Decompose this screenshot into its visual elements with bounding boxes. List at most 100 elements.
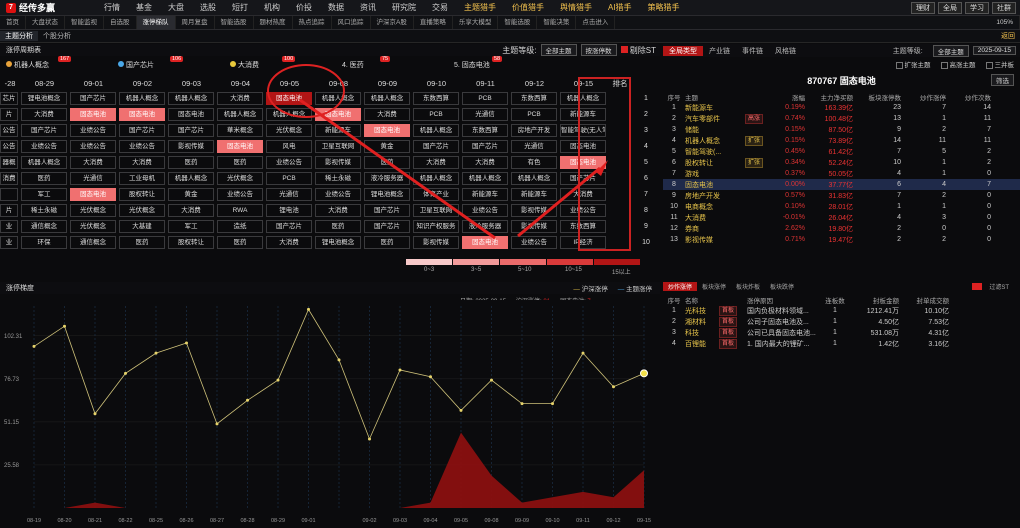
grid-cell[interactable]: 大消费	[364, 108, 410, 121]
page-tab-4[interactable]: 涨停梯队	[136, 16, 176, 29]
table-row[interactable]: 7 游戏 0.37% 50.05亿 4 1 0	[663, 168, 1020, 179]
menu-item-15[interactable]: 策略猎手	[640, 2, 688, 13]
grid-cell[interactable]: 体育产业	[413, 188, 459, 201]
menu-item-7[interactable]: 数据	[320, 2, 352, 13]
grid-cell[interactable]: 股权转让	[119, 188, 165, 201]
grid-cell[interactable]: 光通信	[462, 108, 508, 121]
grid-cell[interactable]: 公告	[0, 140, 18, 153]
grid-cell[interactable]: 东数西算	[413, 92, 459, 105]
grid-cell[interactable]: 黄金	[364, 140, 410, 153]
table-row[interactable]: 10 电商概念 0.10% 28.01亿 1 1 0	[663, 201, 1020, 212]
grid-cell[interactable]: PCB	[413, 108, 459, 121]
table-row[interactable]: 12 券商 2.62% 19.80亿 2 0 0	[663, 223, 1020, 234]
page-tab-6[interactable]: 智能选股	[215, 16, 254, 29]
page-tab-7[interactable]: 题材热度	[254, 16, 293, 29]
grid-cell[interactable]: 影视传媒	[168, 140, 214, 153]
menu-item-10[interactable]: 交易	[424, 2, 456, 13]
grid-cell[interactable]: 固态电池	[217, 140, 263, 153]
grid-cell[interactable]: 大消费	[462, 156, 508, 169]
grid-cell[interactable]: 光伏概念	[70, 204, 116, 217]
grid-cell[interactable]: 光通信	[266, 188, 312, 201]
grid-cell[interactable]: 国产芯片	[364, 204, 410, 217]
stock-tab-2[interactable]: 板块炸板	[731, 282, 765, 291]
grid-cell[interactable]: 业绩公告	[315, 188, 361, 201]
grid-cell[interactable]: 固态电池	[119, 108, 165, 121]
grid-cell[interactable]: 医药	[217, 156, 263, 169]
grid-cell[interactable]: 房地产开发	[511, 124, 557, 137]
grid-cell[interactable]: 光伏概念	[119, 204, 165, 217]
grid-cell[interactable]: 大消费	[70, 156, 116, 169]
grid-cell[interactable]: 有色	[511, 156, 557, 169]
table-row[interactable]: 4 机器人概念 扩张 0.15% 73.89亿 14 11 11	[663, 135, 1020, 146]
grid-cell[interactable]: 固态电池	[364, 124, 410, 137]
return-button[interactable]: 返回	[996, 31, 1020, 41]
grid-cell[interactable]: 大基建	[119, 220, 165, 233]
theme-summary-4[interactable]: 5. 固态电池 58	[448, 55, 560, 70]
grid-cell[interactable]: 公告	[0, 124, 18, 137]
grid-cell[interactable]: 稀土永磁	[21, 204, 67, 217]
menu-item-13[interactable]: 舆情猎手	[552, 2, 600, 13]
grid-cell[interactable]: 业	[0, 220, 18, 233]
table-row[interactable]: 1 新能源车 0.19% 163.39亿 23 7 14	[663, 102, 1020, 113]
grid-cell[interactable]: 业绩公告	[21, 140, 67, 153]
table-row[interactable]: 9 房地产开发 0.57% 31.83亿 7 2 0	[663, 190, 1020, 201]
grid-cell[interactable]: 工业母机	[119, 172, 165, 185]
grid-cell[interactable]: 国产芯片	[119, 124, 165, 137]
grid-cell[interactable]: 锂电池	[266, 204, 312, 217]
grid-cell[interactable]: 大消费	[315, 204, 361, 217]
grid-cell[interactable]: 大消费	[266, 236, 312, 249]
grid-cell[interactable]: 国产芯片	[266, 220, 312, 233]
grid-cell[interactable]: 机器人概念	[511, 172, 557, 185]
grid-cell[interactable]: 国产芯片	[168, 124, 214, 137]
grid-cell[interactable]: 消费	[0, 172, 18, 185]
grid-cell[interactable]: 医药	[119, 236, 165, 249]
grid-cell[interactable]: 影视传媒	[315, 156, 361, 169]
page-tab-11[interactable]: 直播策略	[414, 16, 453, 29]
page-tab-5[interactable]: 周月复盘	[176, 16, 215, 29]
menu-item-12[interactable]: 价值猎手	[504, 2, 552, 13]
stock-row[interactable]: 4 百锂能 首板 1. 国内最大的锂矿... 1 1.42亿 3.16亿	[663, 338, 1020, 349]
grid-cell[interactable]: 医药	[364, 156, 410, 169]
grid-cell[interactable]: 液冷服务器	[462, 220, 508, 233]
page-tab-1[interactable]: 大盘状态	[26, 16, 65, 29]
grid-cell[interactable]: 光伏概念	[217, 172, 263, 185]
grid-cell[interactable]: 器概	[0, 156, 18, 169]
grid-cell[interactable]: 机器人概念	[168, 172, 214, 185]
grid-cell[interactable]: 国产芯片	[462, 140, 508, 153]
grid-cell[interactable]: 光通信	[70, 172, 116, 185]
grid-cell[interactable]: 液冷服务器	[364, 172, 410, 185]
grid-cell[interactable]: 国产芯片	[21, 124, 67, 137]
grid-cell[interactable]: 锂电池概念	[21, 92, 67, 105]
grid-cell[interactable]: 大消费	[168, 204, 214, 217]
option-third-board[interactable]: 三并板	[985, 59, 1014, 69]
grid-cell[interactable]: 新能源车	[462, 188, 508, 201]
grid-cell[interactable]: 业绩公告	[266, 156, 312, 169]
grid-cell[interactable]: 新能源车	[511, 188, 557, 201]
grid-cell[interactable]: 卫星互联网	[413, 204, 459, 217]
grid-cell[interactable]: 新能源车	[315, 124, 361, 137]
app-logo[interactable]: 7 经传多赢	[0, 1, 96, 14]
menu-item-4[interactable]: 短打	[224, 2, 256, 13]
page-tab-8[interactable]: 热点追踪	[293, 16, 332, 29]
grid-cell[interactable]: 锂电池概念	[364, 188, 410, 201]
grid-cell[interactable]: 机器人概念	[217, 108, 263, 121]
stock-row[interactable]: 1 光科技 首板 国内负极材料领域... 1 1212.41万 10.10亿	[663, 305, 1020, 316]
menu-item-9[interactable]: 研究院	[384, 2, 424, 13]
theme-level-select[interactable]: 全部主题	[540, 44, 577, 56]
grid-cell[interactable]: 通信概念	[21, 220, 67, 233]
menu-item-0[interactable]: 行情	[96, 2, 128, 13]
grid-cell[interactable]: 业绩公告	[511, 236, 557, 249]
menu-item-1[interactable]: 基金	[128, 2, 160, 13]
grid-cell[interactable]: 机器人概念	[413, 124, 459, 137]
grid-cell[interactable]: 影视传媒	[413, 236, 459, 249]
grid-cell[interactable]: 影视传媒	[511, 220, 557, 233]
grid-cell[interactable]: 机器人概念	[119, 92, 165, 105]
table-row[interactable]: 13 影视传媒 0.71% 19.47亿 2 2 0	[663, 234, 1020, 245]
page-tab-9[interactable]: 风口追踪	[332, 16, 371, 29]
stock-tab-3[interactable]: 板块跌停	[765, 282, 799, 291]
exclude-st-checkbox[interactable]: 剔除ST	[620, 45, 656, 56]
grid-cell[interactable]: 环保	[21, 236, 67, 249]
page-tab-14[interactable]: 智能决策	[537, 16, 577, 29]
limit-gradient-chart[interactable]: 102.31 76.73 51.15 25.58 08-19 08-20 08-21 08-2…	[0, 300, 660, 528]
grid-cell[interactable]: 军工	[21, 188, 67, 201]
